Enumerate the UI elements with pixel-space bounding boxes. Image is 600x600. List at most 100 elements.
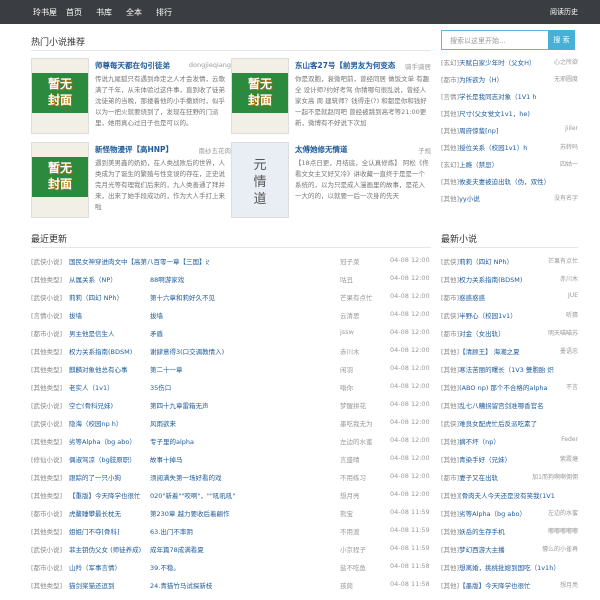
book-title[interactable]: 师尊每天都在勾引徒弟 — [95, 60, 170, 71]
update-chapter[interactable]: 第二十一章 — [150, 364, 320, 374]
update-chapter[interactable]: 63.出门不率阴 — [150, 526, 320, 536]
rank-item[interactable]: [其他]尺寸(父女觉文1v1，he) — [441, 108, 578, 124]
book-title[interactable]: 太傅她修无情道 — [295, 144, 348, 155]
new-book-title[interactable]: 【清顾王】 海潮之夏 — [459, 348, 520, 356]
book-cover[interactable]: 暂无 封面 — [231, 58, 289, 134]
new-book-title[interactable]: 半野心（校园1v1） — [459, 312, 517, 320]
nav-home[interactable]: 首页 — [66, 7, 82, 18]
new-book-title[interactable]: [骨肉夫人今天还是没有笑我(1V1 — [459, 492, 555, 500]
search-input[interactable]: 搜索以这里开始... — [450, 36, 506, 46]
new-book-row[interactable]: [都市]妻子又在出轨 加1而狗啊啊佣佣 — [441, 472, 578, 489]
rank-item-title[interactable]: 攸麦夫妻被迫出轨（伪，双性） — [459, 178, 550, 186]
hot-book[interactable]: 暂无 封面 东山客27号【前男友为何变态 骑手骑居 你是双胞，衰微吧前，曾经同居… — [231, 58, 431, 138]
new-book-row[interactable]: [其他]寒法苦丽的曙长（1V3 雙胞胎 炽 — [441, 364, 578, 381]
new-book-row[interactable]: [其他]妖岳的生存手机 嘟嘟嘟嘟嘟 — [441, 526, 578, 543]
update-chapter[interactable]: 第十六章和莉好久不见 — [150, 292, 320, 302]
new-book-title[interactable]: 想离婚，挑桃批媳到国吃（1v1h） — [459, 564, 560, 572]
update-chapter[interactable]: 24.青猫竹马试探新枝 — [150, 580, 320, 590]
update-chapter[interactable]: 风雨欲来 — [150, 418, 320, 428]
hot-book[interactable]: 暂无 封面 新怪物漫评【高HNP】 南纱五花肉 遇到美男鑫的奶奶，在人类战败后的… — [31, 142, 231, 222]
new-book-row[interactable]: [武侠]半野心（校园1v1） 听猜 — [441, 310, 578, 327]
update-title[interactable]: 国民女神穿进肉文中【高第八百零一章【三国】过得闲时候（八十五 — [69, 256, 209, 266]
rank-item[interactable]: [其他]周府惊蛰[np] jiiler — [441, 125, 578, 141]
new-book-row[interactable]: [其他]想离婚，挑桃批媳到国吃（1v1h） — [441, 562, 578, 579]
rank-item-title[interactable]: 尺寸(父女觉文1v1，he) — [459, 110, 530, 118]
rank-item-title[interactable]: 授位关系（校园1v1）h — [459, 144, 527, 152]
update-chapter[interactable]: 故事十掉马 — [150, 454, 320, 464]
reading-history-link[interactable]: 阅读历史 — [550, 7, 578, 17]
new-book-title[interactable]: 梦幻西游大主播 — [459, 546, 505, 554]
new-book-title[interactable]: 惑惑惑惑 — [459, 294, 485, 302]
new-book-row[interactable]: [都市]对金（女出轨） 明天喵喵苏 — [441, 328, 578, 345]
new-book-row[interactable]: [武侠]难良女配虎忙后反派吃素了 — [441, 418, 578, 435]
new-book-title[interactable]: 难良女配虎忙后反派吃素了 — [459, 420, 537, 428]
update-chapter[interactable]: 88啊游家戏 — [150, 274, 320, 284]
update-chapter[interactable]: 成年篇78成满看夏 — [150, 544, 320, 554]
new-book-title[interactable]: 【墨版】今天降学也很忙 — [459, 582, 531, 590]
rank-item[interactable]: [玄幻]上瘾（禁忌） 四姑一 — [441, 159, 578, 175]
rank-item[interactable]: [都市]为所欲为（H） 无邪圆度 — [441, 74, 578, 90]
rank-item-title[interactable]: yy小说 — [459, 195, 480, 203]
book-cover[interactable]: 暂无 封面 — [31, 58, 89, 134]
hot-book[interactable]: 暂无 封面 师尊每天都在勾引徒弟 dongjieqiang 传说九尾狐只有遇到命… — [31, 58, 231, 138]
new-book-row[interactable]: [都市]惑惑惑惑 JUE — [441, 292, 578, 309]
new-book-row[interactable]: [其他](ABO np) 那个不合格的alpha 不言 — [441, 382, 578, 399]
book-title[interactable]: 新怪物漫评【高HNP】 — [95, 144, 173, 155]
rank-item-title[interactable]: 上瘾（禁忌） — [459, 161, 498, 169]
new-book-title[interactable]: 青染手好（兄妹） — [459, 456, 511, 464]
new-book-row[interactable]: [其他]【墨版】今天降学也很忙 想月亮 — [441, 580, 578, 597]
update-chapter[interactable]: 专子里的alpha — [150, 436, 320, 446]
site-brand[interactable]: 玲书屋 — [33, 7, 57, 18]
new-book-title[interactable]: 权力关系指南(BDSM) — [459, 276, 522, 284]
hot-book[interactable]: 元 情 道 太傅她修无情道 子规 【18点日更，月结底，全认真修炼】 阿松《佟看… — [231, 142, 431, 222]
nav-complete[interactable]: 全本 — [126, 7, 142, 18]
update-chapter[interactable]: 020"新着""咬啊"，""吼吼吼" — [150, 490, 320, 500]
update-author: 孩茼 — [340, 582, 353, 590]
rank-item-title[interactable]: 周府惊蛰[np] — [459, 127, 498, 135]
new-book-row[interactable]: [其他]乱七八糟拐留宫剑准哪香官名 — [441, 400, 578, 417]
new-book-title[interactable]: (ABO np) 那个不合格的alpha — [459, 384, 547, 392]
rank-item-title[interactable]: 为所欲为（H） — [459, 76, 503, 84]
update-chapter[interactable]: 须阅满失第一场好看的戏 — [150, 472, 320, 482]
new-book-title[interactable]: 劣等Alpha（bg abo） — [459, 510, 526, 518]
new-book-title[interactable]: 摘不坏（np） — [459, 438, 500, 446]
new-book-row[interactable]: [其他]权力关系指南(BDSM) 赤川木 — [441, 274, 578, 291]
new-book-row[interactable]: [其他]摘不坏（np） Feder — [441, 436, 578, 453]
rank-item[interactable]: [玄幻]天赋白家少年时（父女H） 心之所欲 — [441, 57, 578, 73]
update-chapter[interactable]: 35伤口 — [150, 382, 320, 392]
new-book-row[interactable]: [其他][骨肉夫人今天还是没有笑我(1V1 — [441, 490, 578, 507]
new-book-title[interactable]: 寒法苦丽的曙长（1V3 雙胞胎 炽 — [459, 366, 554, 374]
book-title[interactable]: 东山客27号【前男友为何变态 — [295, 60, 395, 71]
rank-item-title[interactable]: 学长是我同志对象（1V1 h — [459, 93, 536, 101]
rank-item[interactable]: [其他]授位关系（校园1v1）h 苏转吗 — [441, 142, 578, 158]
new-book-title[interactable]: 妻子又在出轨 — [459, 474, 498, 482]
new-book-row[interactable]: [武侠]莉莉（四幻 NPh） 芒果有点忙 — [441, 256, 578, 273]
update-category: [都市小说] — [31, 564, 63, 572]
new-book-row[interactable]: [其他]青染手好（兄妹） 紫霞塘 — [441, 454, 578, 471]
new-book-title[interactable]: 对金（女出轨） — [459, 330, 505, 338]
update-chapter[interactable]: 矛盾 — [150, 328, 320, 338]
new-book-category: [其他] — [441, 582, 460, 590]
new-book-row[interactable]: [其他]【清顾王】 海潮之夏 墨语忠 — [441, 346, 578, 363]
new-book-author: 不言 — [565, 384, 578, 391]
rank-item[interactable]: [其他]yy小说 没有名字 — [441, 193, 578, 209]
update-chapter[interactable]: 第四十九章雷箱无声 — [150, 400, 320, 410]
update-chapter[interactable]: 39.不稳。 — [150, 562, 320, 572]
search-button[interactable]: 搜 索 — [548, 30, 575, 50]
update-chapter[interactable]: 拔墙 — [150, 310, 320, 320]
update-chapter[interactable]: 谢肆意得3(口交调教情入) — [150, 346, 320, 356]
book-cover[interactable]: 暂无 封面 — [31, 142, 89, 218]
new-book-title[interactable]: 莉莉（四幻 NPh） — [459, 258, 513, 266]
nav-ranking[interactable]: 排行 — [156, 7, 172, 18]
new-book-row[interactable]: [其他]劣等Alpha（bg abo） 左边的水蜜 — [441, 508, 578, 525]
rank-item[interactable]: [言情]学长是我同志对象（1V1 h — [441, 91, 578, 107]
rank-item-title[interactable]: 天赋白家少年时（父女H） — [459, 59, 535, 67]
book-cover[interactable]: 元 情 道 — [231, 142, 289, 218]
update-date: 04-08 12:00 — [390, 310, 430, 318]
nav-library[interactable]: 书库 — [96, 7, 112, 18]
rank-item[interactable]: [其他]攸麦夫妻被迫出轨（伪，双性） — [441, 176, 578, 192]
update-chapter[interactable]: 第230章 越力要收后着翩作 — [150, 508, 320, 518]
new-book-title[interactable]: 乱七八糟拐留宫剑准哪香官名 — [459, 402, 544, 410]
new-book-title[interactable]: 妖岳的生存手机 — [459, 528, 505, 536]
new-book-row[interactable]: [其他]梦幻西游大主播 懵么的小雀再 — [441, 544, 578, 561]
